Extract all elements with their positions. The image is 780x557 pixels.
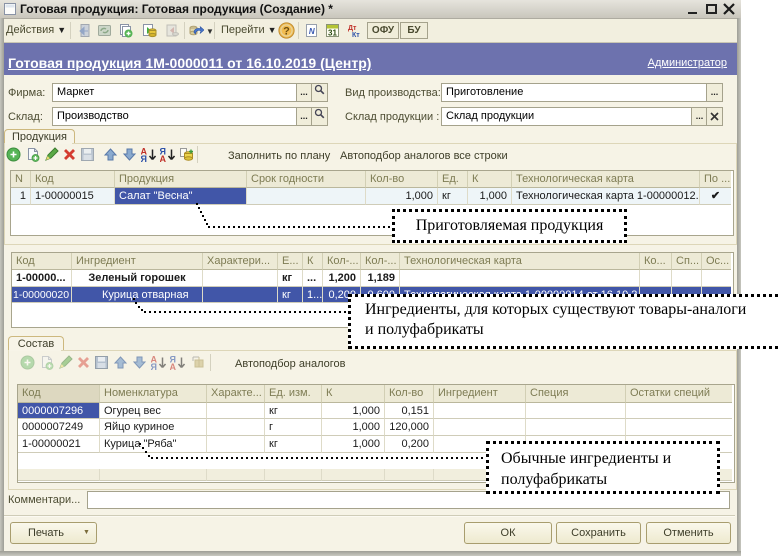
svg-text:Дт: Дт	[348, 25, 357, 32]
svg-text:Я: Я	[141, 154, 147, 162]
svg-text:N: N	[309, 27, 315, 36]
svg-text:Я: Я	[151, 362, 157, 370]
svg-text:Кт: Кт	[352, 32, 360, 38]
svg-text:А: А	[170, 362, 177, 370]
svg-text:А: А	[160, 154, 167, 162]
svg-text:?: ?	[283, 26, 290, 38]
svg-text:31: 31	[328, 29, 337, 38]
